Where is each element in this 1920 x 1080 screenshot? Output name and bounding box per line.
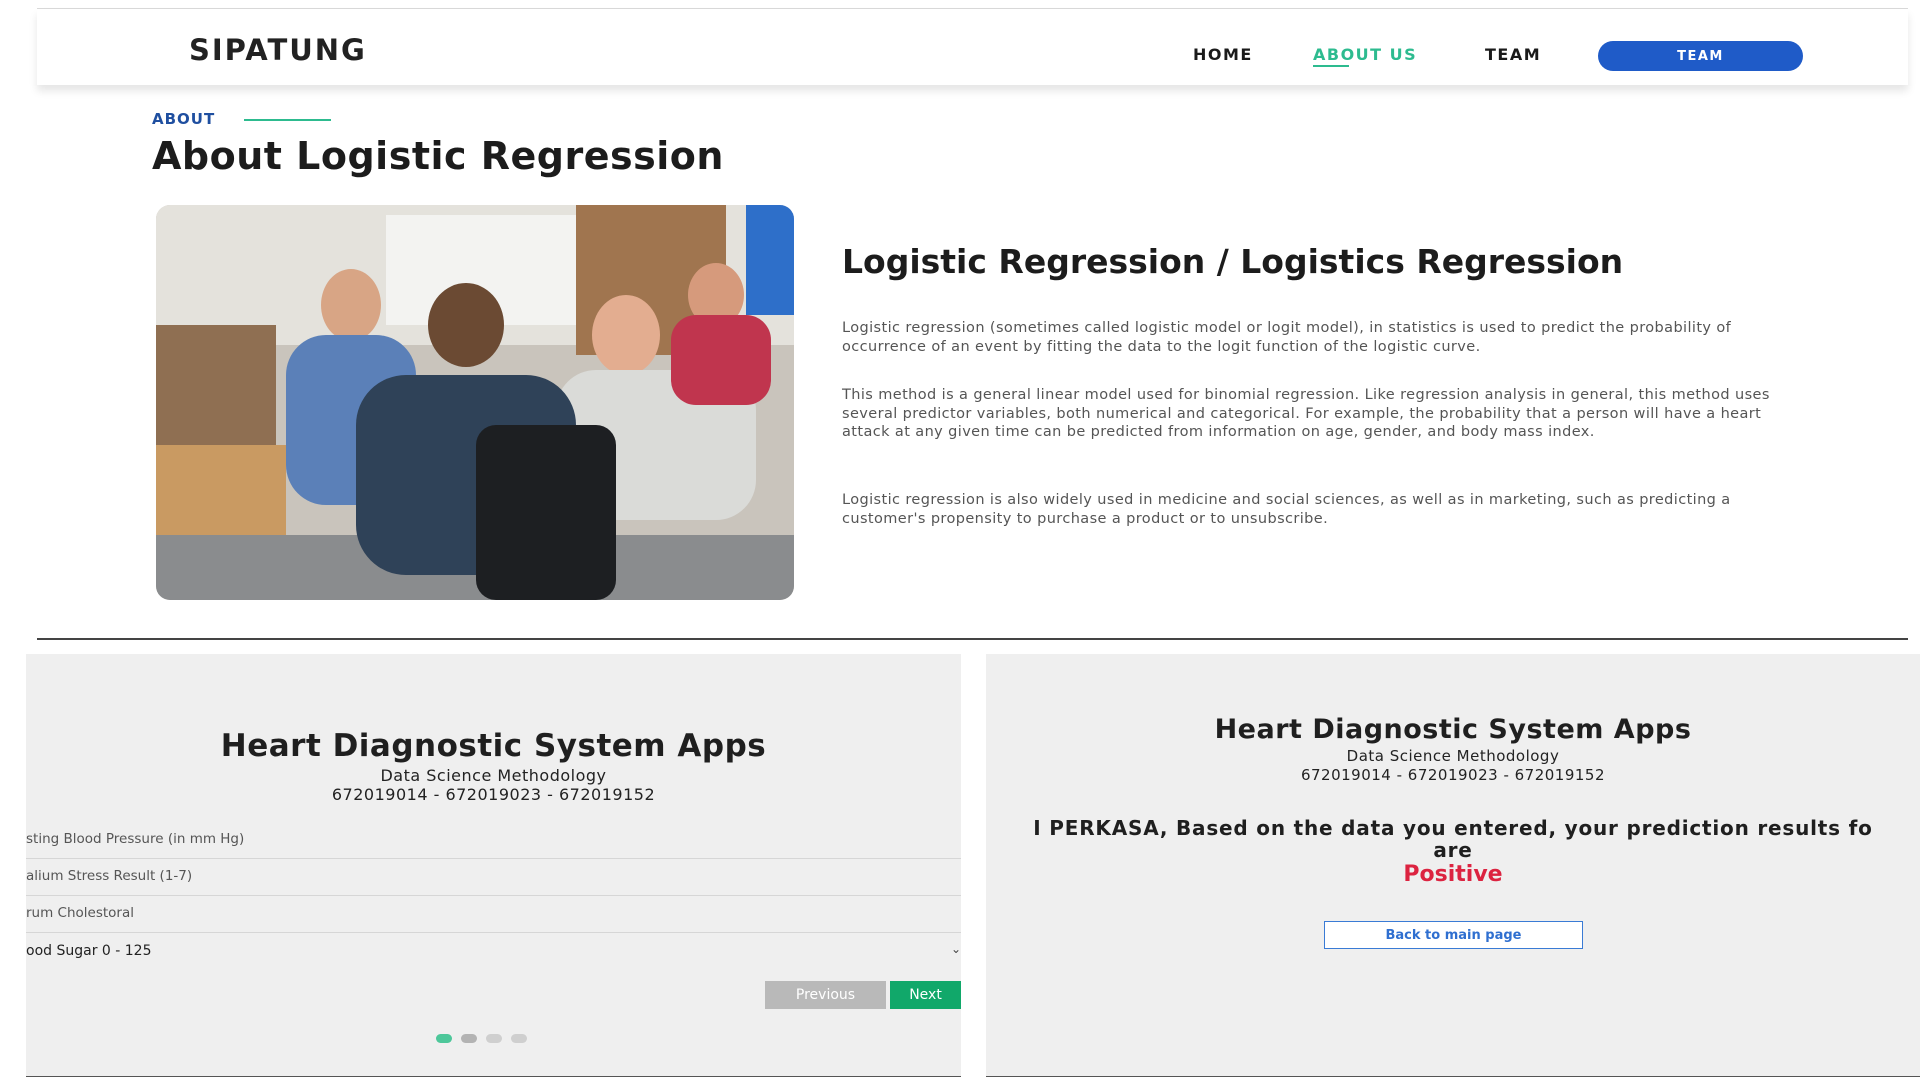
diagnostic-form-panel: Heart Diagnostic System Apps Data Scienc…: [26, 654, 961, 1076]
step-indicator: [436, 1034, 527, 1043]
section-divider: [37, 638, 1908, 640]
panel-bottom-border: [986, 1076, 1920, 1077]
back-to-main-page-button[interactable]: Back to main page: [1324, 921, 1583, 949]
app-title: Heart Diagnostic System Apps: [220, 728, 767, 764]
fasting-blood-sugar-select[interactable]: ood Sugar 0 - 125 ⌄: [26, 934, 961, 970]
next-button[interactable]: Next: [890, 981, 961, 1009]
student-ids: 672019014 - 672019023 - 672019152: [331, 785, 656, 804]
article-paragraph: Logistic regression is also widely used …: [842, 492, 1731, 527]
panel-bottom-border: [26, 1076, 961, 1077]
prediction-result-panel: Heart Diagnostic System Apps Data Scienc…: [986, 654, 1920, 1076]
step-dot: [461, 1034, 477, 1043]
app-title: Heart Diagnostic System Apps: [1214, 714, 1692, 745]
article-title: Logistic Regression / Logistics Regressi…: [842, 242, 1624, 281]
step-dot: [511, 1034, 527, 1043]
app-subtitle: Data Science Methodology: [1346, 747, 1560, 765]
eyebrow-line: [244, 119, 331, 121]
result-message: I PERKASA, Based on the data you entered…: [1033, 816, 1873, 840]
previous-button[interactable]: Previous: [765, 981, 886, 1009]
thalium-stress-result-field[interactable]: alium Stress Result (1-7): [26, 859, 961, 896]
student-ids: 672019014 - 672019023 - 672019152: [1300, 766, 1606, 784]
field-placeholder: alium Stress Result (1-7): [26, 868, 193, 884]
serum-cholestoral-field[interactable]: rum Cholestoral: [26, 896, 961, 933]
team-button[interactable]: TEAM: [1598, 41, 1803, 71]
field-placeholder: sting Blood Pressure (in mm Hg): [26, 831, 245, 847]
step-dot: [436, 1034, 452, 1043]
select-value: ood Sugar 0 - 125: [26, 943, 152, 959]
step-dot: [486, 1034, 502, 1043]
active-nav-underline: [1313, 65, 1349, 67]
result-message-continued: are: [1433, 838, 1473, 862]
app-subtitle: Data Science Methodology: [380, 766, 607, 785]
prediction-result: Positive: [1403, 862, 1503, 887]
article-paragraph: Logistic regression (sometimes called lo…: [842, 320, 1732, 355]
field-placeholder: rum Cholestoral: [26, 905, 135, 921]
nav-link-about-us[interactable]: ABOUT US: [1313, 45, 1417, 64]
page-title: About Logistic Regression: [152, 134, 724, 178]
navbar: SIPATUNG HOME ABOUT US TEAM TEAM: [37, 9, 1908, 85]
brand-logo[interactable]: SIPATUNG: [189, 33, 367, 67]
nav-link-team[interactable]: TEAM: [1485, 45, 1541, 64]
section-eyebrow: ABOUT: [152, 110, 216, 128]
team-meeting-photo: [156, 205, 794, 600]
nav-link-home[interactable]: HOME: [1193, 45, 1253, 64]
resting-blood-pressure-field[interactable]: sting Blood Pressure (in mm Hg): [26, 822, 961, 859]
chevron-down-icon: ⌄: [950, 942, 961, 956]
article-paragraph: This method is a general linear model us…: [842, 387, 1770, 440]
